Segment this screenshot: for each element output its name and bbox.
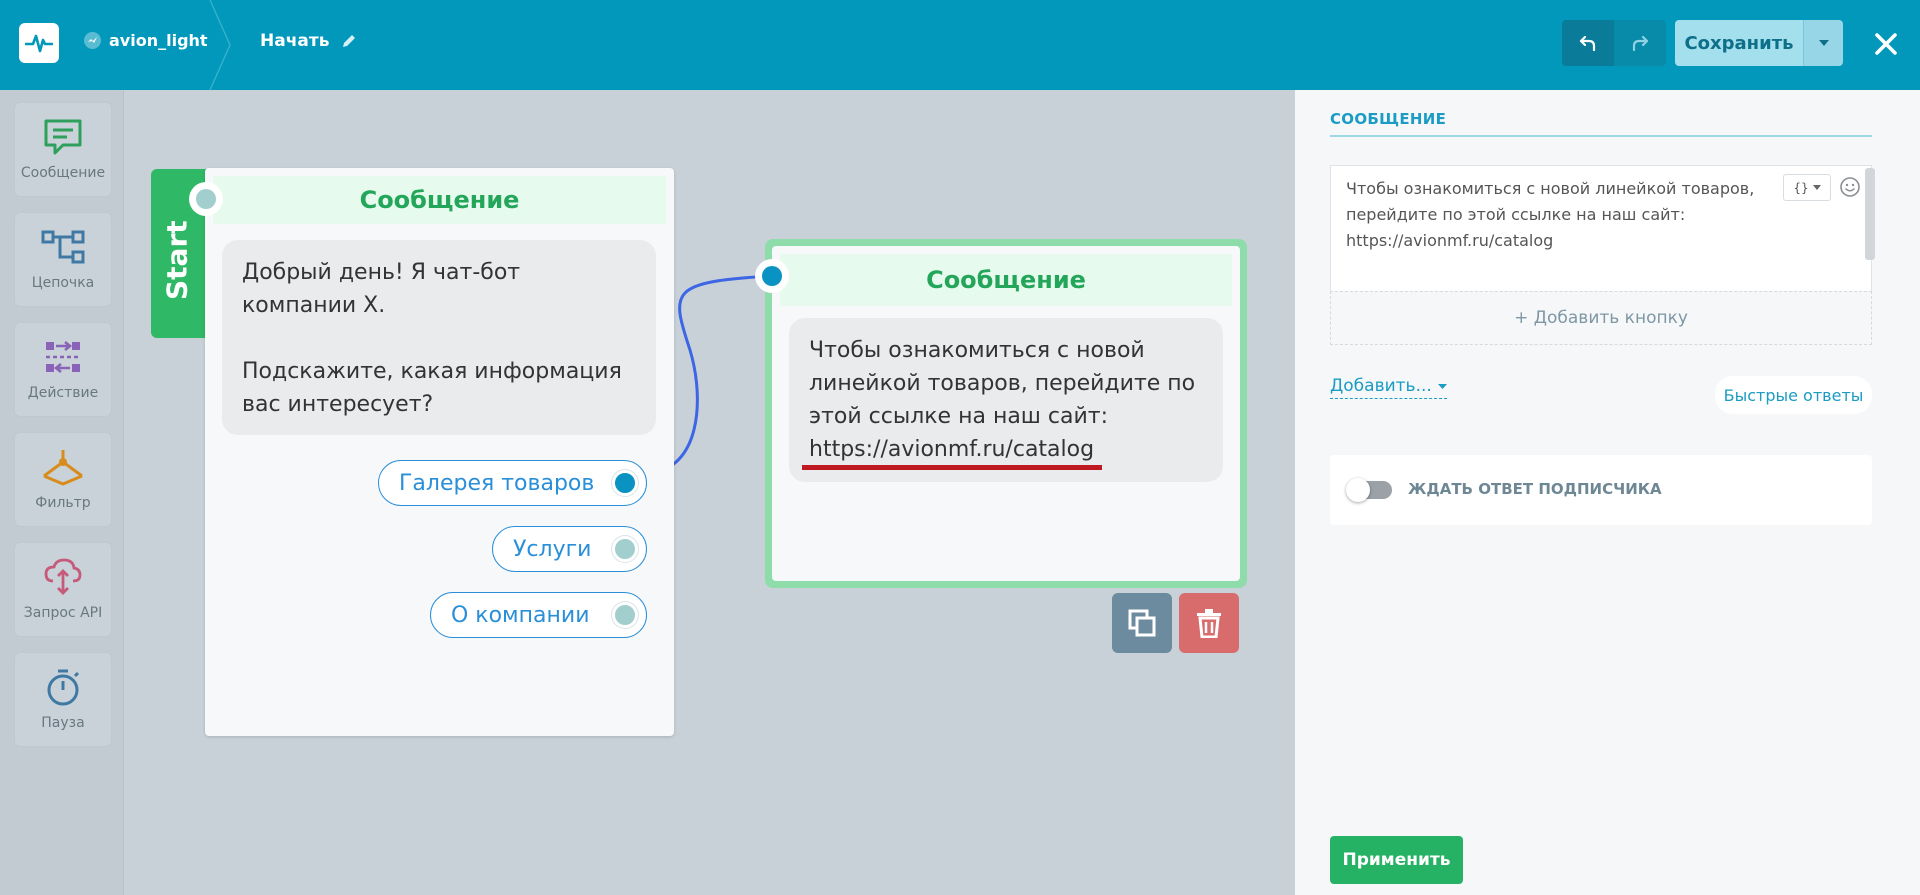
message-node-catalog[interactable]: Сообщение Чтобы ознакомиться с новой лин… — [772, 246, 1240, 581]
input-port[interactable] — [755, 259, 789, 293]
node-title: Сообщение — [213, 176, 666, 224]
copy-icon — [1128, 609, 1156, 637]
tool-api-request[interactable]: Запрос API — [14, 542, 112, 637]
reply-button-label: О компании — [451, 602, 590, 628]
caret-down-icon — [1818, 40, 1829, 46]
properties-panel: СООБЩЕНИЕ Чтобы ознакомиться с новой лин… — [1295, 90, 1920, 895]
history-controls — [1562, 20, 1666, 66]
wait-reply-toggle[interactable] — [1346, 478, 1392, 502]
wait-reply-label: ЖДАТЬ ОТВЕТ ПОДПИСЧИКА — [1408, 480, 1662, 498]
tool-filter[interactable]: Фильтр — [14, 432, 112, 527]
message-bubble: Чтобы ознакомиться с новой линейкой това… — [789, 318, 1223, 482]
add-button-row[interactable]: + Добавить кнопку — [1330, 291, 1872, 345]
account-name: avion_light — [109, 31, 208, 50]
pulse-logo-icon — [25, 34, 53, 53]
save-options-button[interactable] — [1803, 20, 1843, 66]
messenger-icon — [84, 32, 101, 49]
action-icon — [46, 340, 80, 374]
add-dropdown-label: Добавить... — [1330, 376, 1432, 396]
account-selector[interactable]: avion_light — [84, 31, 208, 50]
filter-icon — [43, 450, 83, 486]
top-bar: avion_light Начать Сохранить — [0, 0, 1920, 90]
tool-chain[interactable]: Цепочка — [14, 212, 112, 307]
message-editor[interactable]: Чтобы ознакомиться с новой линейкой това… — [1330, 165, 1872, 291]
flow-title: Начать — [260, 31, 330, 51]
tool-label: Фильтр — [35, 495, 91, 511]
message-node-start[interactable]: Сообщение Добрый день! Я чат-бот компани… — [205, 168, 674, 736]
link-highlight — [802, 465, 1102, 470]
add-dropdown[interactable]: Добавить... — [1330, 376, 1447, 399]
block-toolbar: Сообщение Цепочка Действие Фильтр Запрос… — [0, 90, 124, 895]
pause-timer-icon — [47, 669, 80, 706]
panel-title: СООБЩЕНИЕ — [1330, 110, 1447, 128]
pencil-icon[interactable] — [341, 33, 357, 49]
emoji-icon[interactable] — [1839, 176, 1861, 198]
api-request-icon — [44, 558, 82, 595]
output-port[interactable] — [612, 470, 638, 496]
reply-button-label: Услуги — [513, 536, 592, 562]
tool-label: Пауза — [41, 715, 85, 731]
node-title: Сообщение — [780, 254, 1232, 306]
message-textarea[interactable]: Чтобы ознакомиться с новой линейкой това… — [1346, 176, 1786, 254]
panel-divider — [1330, 135, 1872, 137]
output-port[interactable] — [612, 536, 638, 562]
delete-node-button[interactable] — [1179, 593, 1239, 653]
close-button[interactable] — [1866, 24, 1906, 64]
redo-button[interactable] — [1614, 20, 1666, 66]
tool-label: Сообщение — [20, 165, 106, 181]
apply-button[interactable]: Применить — [1330, 836, 1463, 884]
trash-icon — [1197, 609, 1221, 638]
editor-scrollbar[interactable] — [1865, 168, 1875, 260]
app-logo[interactable] — [19, 23, 59, 63]
reply-button-services[interactable]: Услуги — [492, 526, 647, 572]
caret-down-icon — [1437, 383, 1447, 389]
reply-button-about[interactable]: О компании — [430, 592, 647, 638]
redo-icon — [1632, 35, 1649, 52]
tool-label: Действие — [27, 385, 99, 401]
input-port[interactable] — [189, 182, 223, 216]
save-group: Сохранить — [1675, 20, 1843, 66]
undo-icon — [1579, 35, 1596, 52]
caret-down-icon — [1812, 185, 1821, 190]
variables-dropdown[interactable]: {} — [1783, 174, 1831, 201]
message-bubble: Добрый день! Я чат-бот компании Х. Подск… — [222, 240, 656, 435]
tool-message[interactable]: Сообщение — [14, 102, 112, 197]
wait-reply-row: ЖДАТЬ ОТВЕТ ПОДПИСЧИКА — [1330, 455, 1872, 525]
reply-button-gallery[interactable]: Галерея товаров — [378, 460, 647, 506]
quick-replies-button[interactable]: Быстрые ответы — [1715, 376, 1872, 414]
tool-label: Запрос API — [23, 605, 103, 621]
output-port[interactable] — [612, 602, 638, 628]
variables-label: {} — [1793, 180, 1809, 195]
message-icon — [44, 119, 82, 155]
close-icon — [1875, 33, 1897, 55]
tool-pause[interactable]: Пауза — [14, 652, 112, 747]
undo-button[interactable] — [1562, 20, 1614, 66]
chain-icon — [41, 230, 85, 264]
reply-button-label: Галерея товаров — [399, 470, 595, 496]
breadcrumb-separator — [209, 0, 231, 90]
start-label: Start — [160, 220, 194, 300]
tool-label: Цепочка — [31, 275, 95, 291]
flow-name[interactable]: Начать — [260, 31, 357, 51]
duplicate-node-button[interactable] — [1112, 593, 1172, 653]
save-button[interactable]: Сохранить — [1675, 20, 1803, 66]
tool-action[interactable]: Действие — [14, 322, 112, 417]
